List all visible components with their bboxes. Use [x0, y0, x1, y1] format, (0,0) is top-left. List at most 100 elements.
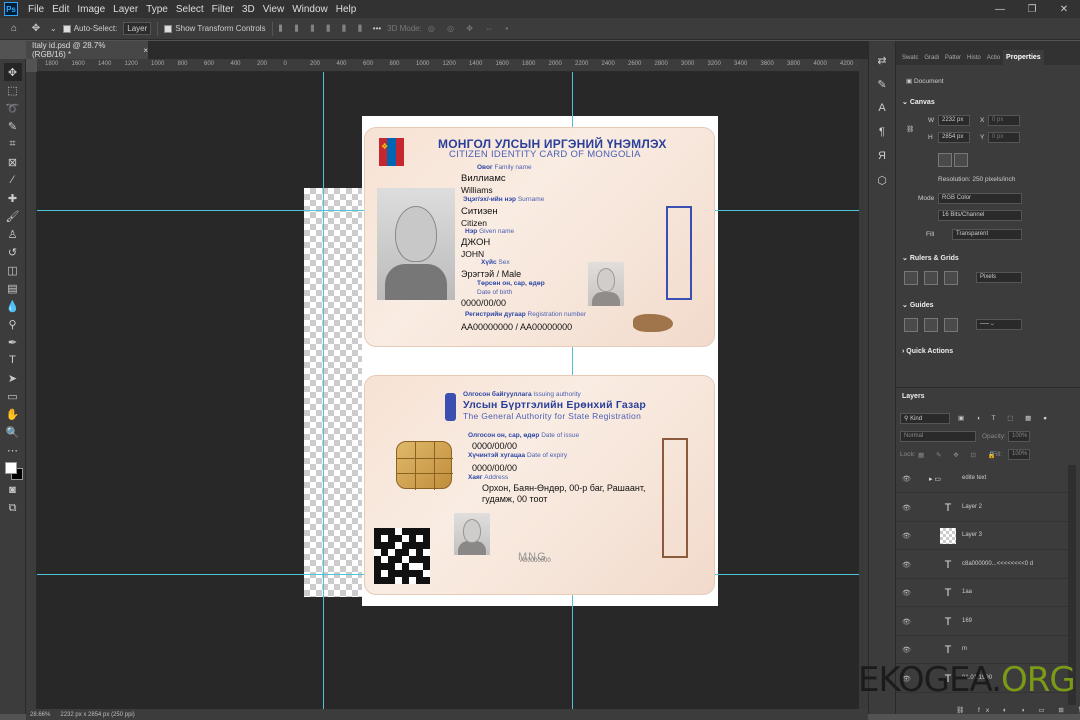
brush-tool-icon[interactable]: 🖌	[4, 207, 22, 225]
layer-row[interactable]: 👁 T 1aa	[896, 579, 1068, 607]
guides-head[interactable]: ⌄ Guides	[902, 301, 934, 309]
layer-row[interactable]: 👁 Layer 3	[896, 522, 1068, 550]
lock-icons[interactable]: ▦ ✎ ✥ ⊡ 🔒	[918, 451, 1001, 459]
color-mode-dropdown[interactable]: RGB Color	[938, 193, 1022, 204]
rectangle-tool-icon[interactable]: ▭	[4, 387, 22, 405]
eraser-tool-icon[interactable]: ◫	[4, 261, 22, 279]
lasso-tool-icon[interactable]: ➰	[4, 99, 22, 117]
crop-tool-icon[interactable]: ⌗	[4, 135, 22, 153]
move-tool-icon[interactable]: ✥	[3, 63, 22, 81]
quick-select-tool-icon[interactable]: ✎	[4, 117, 22, 135]
guide-vertical[interactable]	[323, 72, 324, 709]
glyphs-panel-icon[interactable]: Я	[873, 147, 891, 165]
tab-properties[interactable]: Properties	[1003, 50, 1044, 65]
show-transform-check[interactable]	[164, 24, 173, 33]
home-icon[interactable]: ⌂	[6, 21, 22, 37]
menu-edit[interactable]: Edit	[48, 4, 73, 15]
menu-3d[interactable]: 3D	[238, 4, 259, 15]
quick-actions-head[interactable]: › Quick Actions	[902, 348, 953, 355]
3d-mode-icons[interactable]: ◎ ◎ ✥ ⇔ ▪	[428, 24, 513, 33]
y-input[interactable]: 0 px	[988, 132, 1020, 143]
screen-mode-icon[interactable]: ⧉	[4, 499, 22, 517]
auto-select-check[interactable]	[62, 24, 71, 33]
tab-actions[interactable]: Actio	[984, 51, 1003, 65]
brush-settings-icon[interactable]: ✎	[873, 75, 891, 93]
id-card-front[interactable]: ❖ МОНГОЛ УЛСЫН ИРГЭНИЙ ҮНЭМЛЭХ CITIZEN I…	[364, 127, 715, 347]
maximize-icon[interactable]: ❐	[1016, 0, 1048, 18]
foreground-color-swatch[interactable]	[4, 462, 17, 474]
menu-type[interactable]: Type	[142, 4, 172, 15]
canvas-vertical-scrollbar[interactable]	[859, 59, 868, 709]
tab-gradients[interactable]: Gradi	[921, 51, 942, 65]
visibility-eye-icon[interactable]: 👁	[902, 504, 911, 512]
visibility-eye-icon[interactable]: 👁	[902, 589, 911, 597]
new-guide-icon[interactable]	[924, 318, 938, 332]
layer-filter-icons[interactable]: ▣ ◑ T ⬚ ▦ ●	[958, 414, 1052, 422]
menu-help[interactable]: Help	[332, 4, 361, 15]
height-input[interactable]: 2854 px	[938, 132, 970, 143]
visibility-eye-icon[interactable]: 👁	[902, 618, 911, 626]
photoshop-logo-icon[interactable]: Ps	[4, 2, 18, 16]
lock-guides-icon[interactable]	[944, 318, 958, 332]
ruler-units-dropdown[interactable]: Pixels	[976, 272, 1022, 283]
layer-actions-icons[interactable]: ⛓ fx ◐ ◑ ▭ ⊞ 🗑	[956, 706, 1080, 714]
dodge-tool-icon[interactable]: ⚲	[4, 315, 22, 333]
quick-mask-icon[interactable]: ◙	[4, 481, 22, 499]
history-brush-tool-icon[interactable]: ↺	[4, 243, 22, 261]
blend-mode-dropdown[interactable]: Normal	[900, 431, 976, 442]
more-options-button[interactable]: •••	[373, 24, 381, 33]
fill-dropdown[interactable]: Transparent	[952, 229, 1022, 240]
healing-brush-tool-icon[interactable]: ✚	[4, 189, 22, 207]
layer-row[interactable]: 👁 Tc8a000000...<<<<<<<<0 d	[896, 551, 1068, 579]
pixel-grid-toggle-icon[interactable]	[944, 271, 958, 285]
menu-window[interactable]: Window	[288, 4, 332, 15]
document-tab[interactable]: Italy id.psd @ 28.7% (RGB/16) * ×	[26, 41, 148, 59]
frame-tool-icon[interactable]: ⊠	[4, 153, 22, 171]
blur-tool-icon[interactable]: 💧	[4, 297, 22, 315]
horizontal-ruler[interactable]: 1800 1600 1400 1200 1000 800 600 400 200 0 200 400 6…	[37, 59, 859, 72]
tab-history[interactable]: Histo	[964, 51, 984, 65]
align-icons[interactable]: ⫼ ⫼ ⫼ ⫼ ⫼ ⫼	[279, 24, 367, 34]
tool-preset-chevron-icon[interactable]: ⌄	[50, 24, 57, 33]
link-icon[interactable]: ⛓	[906, 125, 914, 133]
layer-row[interactable]: 👁 ▸ ▭ edite text	[896, 465, 1068, 493]
tab-patterns[interactable]: Patter	[942, 51, 964, 65]
minimize-icon[interactable]: —	[984, 0, 1016, 18]
width-input[interactable]: 2232 px	[938, 115, 970, 126]
fill-opacity-input[interactable]: 100%	[1008, 449, 1030, 460]
gradient-tool-icon[interactable]: ▤	[4, 279, 22, 297]
show-transform-checkbox[interactable]: Show Transform Controls	[164, 24, 266, 33]
zoom-level[interactable]: 28.66%	[30, 712, 50, 718]
grid-toggle-icon[interactable]	[924, 271, 938, 285]
character-panel-icon[interactable]: A	[873, 99, 891, 117]
vertical-ruler[interactable]	[26, 72, 37, 709]
close-window-icon[interactable]: ✕	[1048, 0, 1080, 18]
hand-tool-icon[interactable]: ✋	[4, 405, 22, 423]
visibility-eye-icon[interactable]: 👁	[902, 561, 911, 569]
color-swatches[interactable]	[3, 459, 23, 481]
visibility-eye-icon[interactable]: 👁	[902, 475, 911, 483]
menu-file[interactable]: File	[24, 4, 48, 15]
canvas-section-head[interactable]: ⌄ Canvas	[902, 98, 935, 106]
history-panel-icon[interactable]: ⇄	[873, 51, 891, 69]
clone-stamp-tool-icon[interactable]: ♙	[4, 225, 22, 243]
bit-depth-dropdown[interactable]: 16 Bits/Channel	[938, 210, 1022, 221]
move-tool-preset-icon[interactable]: ✥	[28, 21, 44, 37]
id-card-back[interactable]: Олгосон байгууллага Issuing authority Ул…	[364, 375, 715, 595]
visibility-eye-icon[interactable]: 👁	[902, 646, 911, 654]
zoom-tool-icon[interactable]: 🔍	[4, 423, 22, 441]
eyedropper-tool-icon[interactable]: ⁄	[4, 171, 22, 189]
menu-view[interactable]: View	[259, 4, 289, 15]
auto-select-checkbox[interactable]: Auto-Select:	[62, 24, 117, 33]
landscape-orientation-icon[interactable]	[954, 153, 968, 167]
3d-panel-icon[interactable]: ⬡	[873, 171, 891, 189]
x-input[interactable]: 0 px	[988, 115, 1020, 126]
portrait-orientation-icon[interactable]	[938, 153, 952, 167]
document-info[interactable]: 2232 px x 2854 px (250 ppi)	[60, 712, 134, 718]
visibility-eye-icon[interactable]: 👁	[902, 532, 911, 540]
menu-image[interactable]: Image	[73, 4, 109, 15]
more-tools-icon[interactable]: ⋯	[4, 441, 22, 459]
tab-swatches[interactable]: Swatc	[899, 51, 921, 65]
menu-filter[interactable]: Filter	[208, 4, 238, 15]
type-tool-icon[interactable]: T	[4, 351, 22, 369]
